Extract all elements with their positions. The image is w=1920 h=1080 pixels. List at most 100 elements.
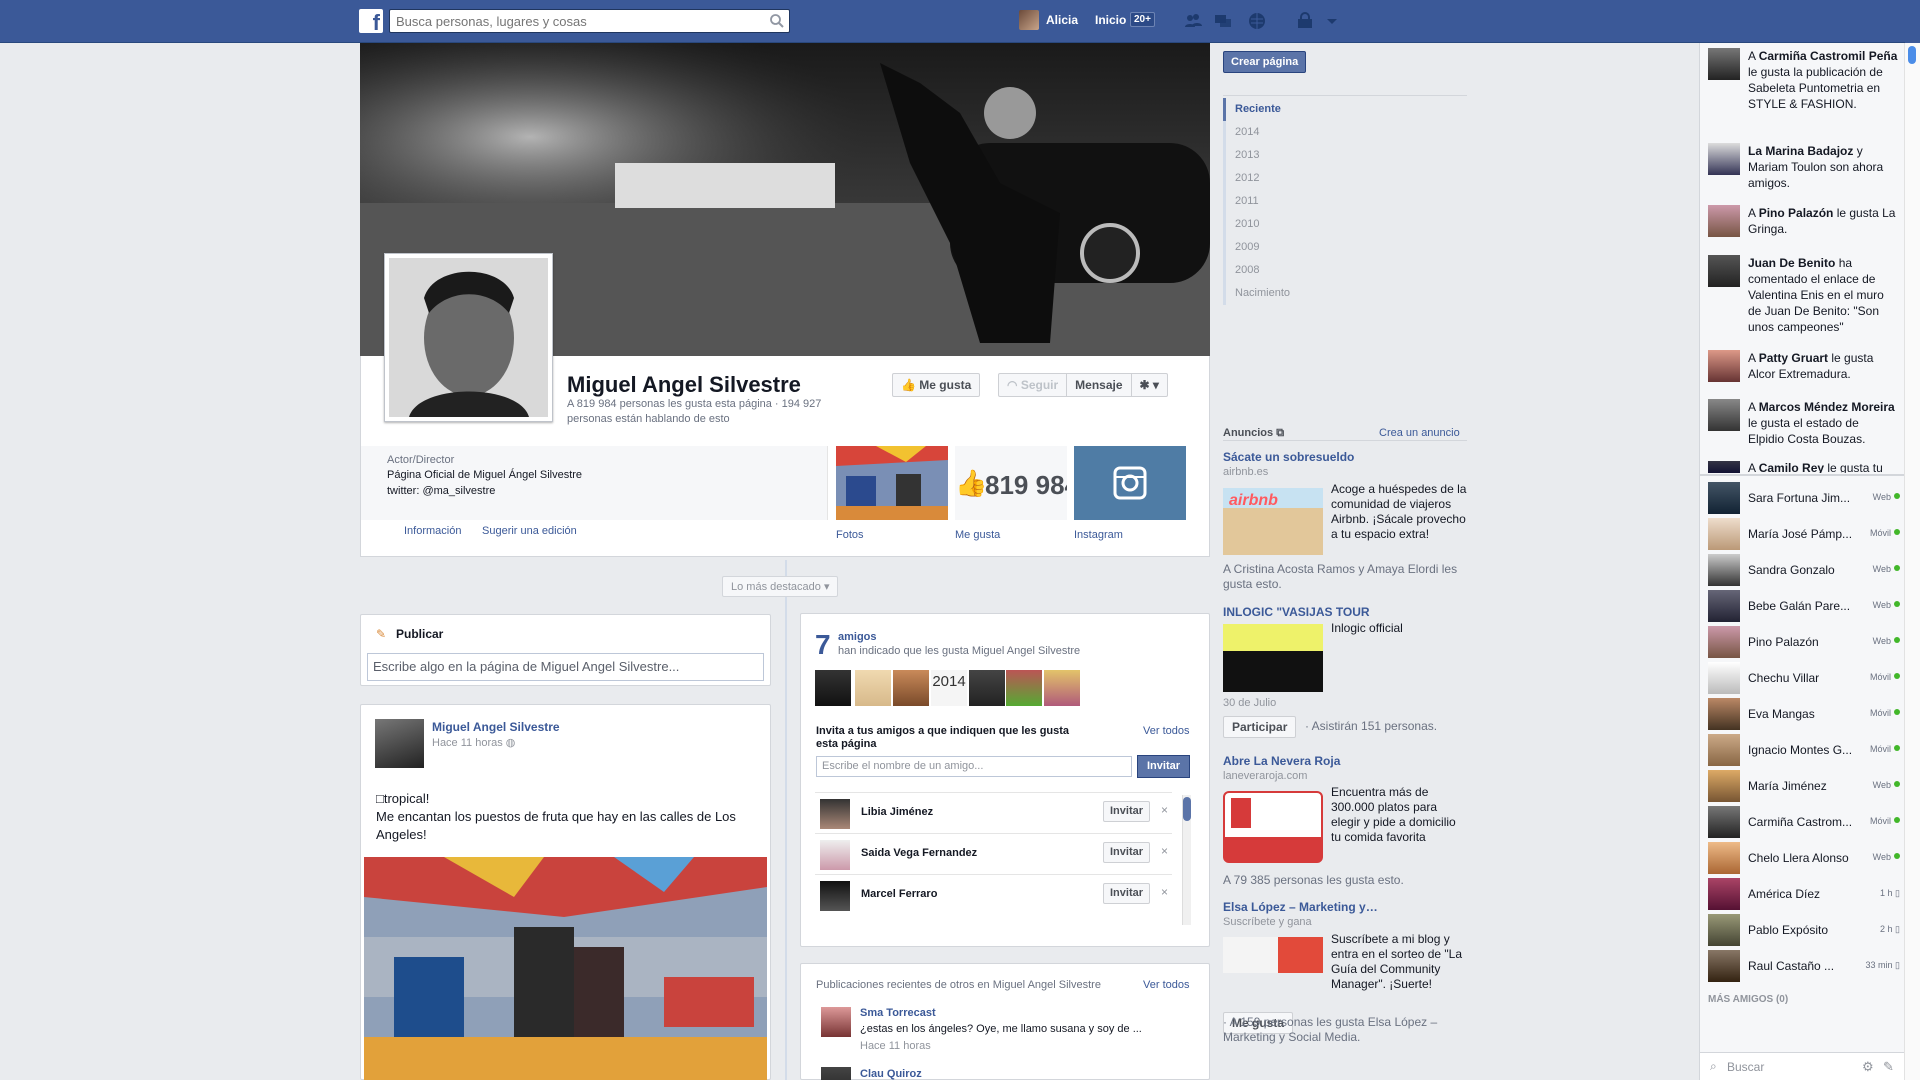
chat-contact[interactable]: Pino Palazón Web: [1700, 624, 1904, 660]
year-link[interactable]: 2010: [1235, 218, 1259, 230]
facebook-logo[interactable]: f: [359, 9, 383, 33]
ticker-story[interactable]: A Patty Gruart le gusta Alcor Extremadur…: [1748, 350, 1898, 382]
highlights-filter-button[interactable]: Lo más destacado ▾: [722, 576, 839, 597]
friends-link[interactable]: amigos: [838, 631, 877, 643]
likes-tab-label[interactable]: Me gusta: [955, 529, 1000, 541]
invite-see-all-link[interactable]: Ver todos: [1143, 725, 1189, 737]
user-name-link[interactable]: Alicia: [1046, 13, 1078, 27]
ticker-avatar[interactable]: [1708, 48, 1740, 80]
chat-contact[interactable]: Eva Mangas Móvil: [1700, 696, 1904, 732]
page-scroll-thumb[interactable]: [1908, 46, 1916, 64]
photos-app-tile[interactable]: [836, 446, 948, 520]
search-icon[interactable]: [769, 13, 785, 29]
year-link[interactable]: Reciente: [1235, 103, 1281, 115]
chat-contact[interactable]: Chechu Villar Móvil: [1700, 660, 1904, 696]
dismiss-icon[interactable]: ×: [1161, 803, 1168, 817]
recent-post-author[interactable]: Sma Torrecast: [860, 1007, 936, 1019]
ticker-story[interactable]: La Marina Badajoz y Mariam Toulon son ah…: [1748, 143, 1898, 191]
ticker-story-clipped[interactable]: A Camilo Rey le gusta tu: [1700, 460, 1904, 473]
gear-menu-button[interactable]: ✱ ▾: [1132, 374, 1167, 396]
ad-title[interactable]: Abre La Nevera Roja: [1223, 754, 1340, 768]
notifications-icon[interactable]: [1248, 12, 1266, 30]
chat-contact[interactable]: Ignacio Montes G... Móvil: [1700, 732, 1904, 768]
invite-friend-input[interactable]: Escribe el nombre de un amigo...: [816, 756, 1132, 777]
year-link[interactable]: Nacimiento: [1235, 287, 1290, 299]
post-timestamp[interactable]: Hace 11 horas ◍: [432, 736, 515, 749]
search-input[interactable]: [390, 10, 750, 32]
ticker-avatar[interactable]: [1708, 350, 1740, 382]
user-avatar[interactable]: [1019, 10, 1039, 30]
ad-title[interactable]: INLOGIC "VASIJAS TOUR: [1223, 605, 1370, 619]
message-button[interactable]: Mensaje: [1067, 374, 1132, 396]
invite-button[interactable]: Invitar: [1137, 755, 1191, 778]
chat-contact[interactable]: Raul Castaño ... 33 min ▯: [1700, 948, 1904, 984]
ad-tagline[interactable]: Suscríbete y gana: [1223, 916, 1312, 928]
chat-search-input[interactable]: Buscar: [1727, 1060, 1764, 1074]
settings-chevron-icon[interactable]: [1323, 12, 1341, 30]
ticker-story[interactable]: Juan De Benito ha comentado el enlace de…: [1748, 255, 1898, 335]
ticker-avatar[interactable]: [1708, 255, 1740, 287]
friend-thumb[interactable]: [893, 670, 929, 706]
year-link[interactable]: 2014: [1235, 126, 1259, 138]
like-page-button[interactable]: 👍 Me gusta: [892, 373, 981, 397]
likes-app-tile[interactable]: 👍 819 984: [955, 446, 1067, 520]
chat-contact[interactable]: Sandra Gonzalo Web: [1700, 552, 1904, 588]
ad-domain[interactable]: laneveraroja.com: [1223, 770, 1307, 782]
friend-thumb[interactable]: [1044, 670, 1080, 706]
ticker-avatar[interactable]: [1708, 461, 1740, 473]
ticker-story[interactable]: A Marcos Méndez Moreira le gusta el esta…: [1748, 399, 1898, 447]
instagram-tab-label[interactable]: Instagram: [1074, 529, 1123, 541]
year-link[interactable]: 2008: [1235, 264, 1259, 276]
year-link[interactable]: 2011: [1235, 195, 1259, 207]
invitee-name[interactable]: Saida Vega Fernandez: [861, 847, 977, 859]
friend-requests-icon[interactable]: [1184, 12, 1202, 30]
join-event-button[interactable]: Participar: [1223, 716, 1297, 738]
chat-contact[interactable]: Sara Fortuna Jim... Web: [1700, 480, 1904, 516]
create-page-button[interactable]: Crear página: [1223, 51, 1307, 73]
ad-domain[interactable]: airbnb.es: [1223, 466, 1268, 478]
suggest-edit-link[interactable]: Sugerir una edición: [482, 525, 577, 537]
year-link[interactable]: 2012: [1235, 172, 1259, 184]
home-link[interactable]: Inicio: [1095, 13, 1126, 27]
more-friends-link[interactable]: MÁS AMIGOS (0): [1708, 994, 1788, 1005]
chat-contact[interactable]: Pablo Expósito 2 h ▯: [1700, 912, 1904, 948]
friends-count[interactable]: 7: [815, 629, 831, 661]
chat-contact[interactable]: Carmiña Castrom... Móvil: [1700, 804, 1904, 840]
friend-thumb[interactable]: [815, 670, 851, 706]
ad-image[interactable]: [1223, 791, 1323, 863]
invite-friend-button[interactable]: Invitar: [1103, 801, 1151, 822]
info-link[interactable]: Información: [404, 525, 461, 537]
post-photo[interactable]: [364, 857, 767, 1080]
ticker-avatar[interactable]: [1708, 143, 1740, 175]
publish-tab[interactable]: Publicar: [396, 627, 443, 641]
ad-title[interactable]: Elsa López – Marketing y…: [1223, 900, 1378, 914]
privacy-icon[interactable]: [1296, 12, 1314, 30]
chat-contact[interactable]: América Díez 1 h ▯: [1700, 876, 1904, 912]
ticker-story[interactable]: A Pino Palazón le gusta La Gringa.: [1748, 205, 1898, 237]
profile-picture[interactable]: [384, 253, 553, 422]
invitee-avatar[interactable]: [820, 840, 850, 870]
page-title[interactable]: Miguel Angel Silvestre: [567, 372, 801, 398]
year-link[interactable]: 2009: [1235, 241, 1259, 253]
chat-settings-icon[interactable]: ⚙: [1862, 1059, 1874, 1075]
year-link[interactable]: 2013: [1235, 149, 1259, 161]
follow-button[interactable]: ◠ Seguir: [999, 374, 1068, 396]
invitee-avatar[interactable]: [820, 799, 850, 829]
post-author-avatar[interactable]: [375, 719, 424, 768]
ad-choices-icon[interactable]: ⧉: [1276, 427, 1284, 439]
chat-search-bar[interactable]: ⌕ Buscar ⚙ ✎: [1700, 1052, 1904, 1080]
recent-post-avatar[interactable]: [821, 1007, 851, 1037]
friend-thumb[interactable]: [969, 670, 1005, 706]
dismiss-icon[interactable]: ×: [1161, 844, 1168, 858]
ad-image[interactable]: [1223, 937, 1323, 973]
compose-icon[interactable]: ✎: [1883, 1059, 1894, 1075]
ad-title[interactable]: Sácate un sobresueldo: [1223, 450, 1354, 464]
ticker-avatar[interactable]: [1708, 399, 1740, 431]
invitee-name[interactable]: Libia Jiménez: [861, 806, 933, 818]
ticker-story[interactable]: A Carmiña Castromil Peña le gusta la pub…: [1748, 48, 1898, 112]
page-scrollbar[interactable]: [1904, 43, 1920, 1080]
chat-contact[interactable]: Chelo Llera Alonso Web: [1700, 840, 1904, 876]
recent-see-all-link[interactable]: Ver todos: [1143, 979, 1189, 991]
invitee-avatar[interactable]: [820, 881, 850, 911]
instagram-app-tile[interactable]: [1074, 446, 1186, 520]
